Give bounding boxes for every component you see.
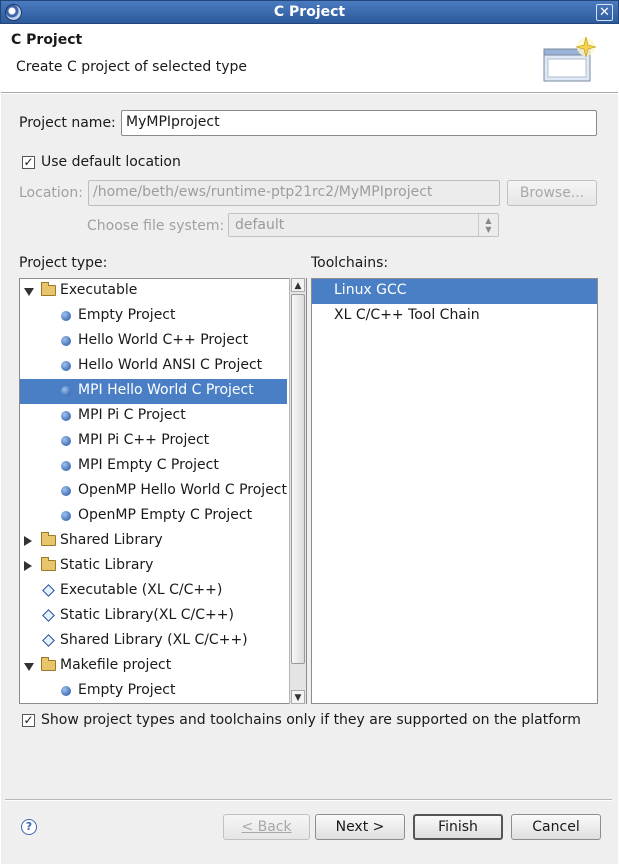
tree-item-label: Executable (XL C/C++) xyxy=(60,582,223,598)
bullet-icon xyxy=(61,311,71,321)
tree-item[interactable]: Empty Project xyxy=(20,304,287,329)
project-type-label: Project type: xyxy=(19,255,108,271)
tree-item-label: Shared Library (XL C/C++) xyxy=(60,632,248,648)
tree-item-label: MPI Pi C Project xyxy=(78,407,186,423)
bullet-icon xyxy=(61,486,71,496)
file-system-value: default xyxy=(235,217,285,233)
finish-button[interactable]: Finish xyxy=(413,814,503,840)
back-button[interactable]: < Back xyxy=(223,814,310,840)
next-button[interactable]: Next > xyxy=(315,814,405,840)
location-label: Location: xyxy=(19,185,83,201)
tree-item-label: Makefile project xyxy=(60,657,172,673)
tree-scrollbar[interactable]: ▲ ▼ xyxy=(289,278,306,704)
new-project-wizard-icon xyxy=(543,36,597,82)
tree-item-label: Hello World ANSI C Project xyxy=(78,357,263,373)
bullet-icon xyxy=(61,386,71,396)
use-default-location-checkbox[interactable]: ✓ xyxy=(22,156,35,169)
project-type-tree[interactable]: Executable Empty Project Hello World C++ P… xyxy=(19,278,307,704)
tree-item[interactable]: Static Library xyxy=(20,554,287,579)
scroll-up-icon[interactable]: ▲ xyxy=(291,278,305,292)
bullet-icon xyxy=(61,511,71,521)
tree-item[interactable]: MPI Pi C++ Project xyxy=(20,429,287,454)
tree-item[interactable]: OpenMP Empty C Project xyxy=(20,504,287,529)
toolchain-item[interactable]: XL C/C++ Tool Chain xyxy=(312,304,597,329)
window-title: C Project xyxy=(273,4,346,20)
title-bar: C Project ✕ xyxy=(0,0,619,24)
tree-item[interactable]: Executable xyxy=(20,279,287,304)
browse-button[interactable]: Browse... xyxy=(507,180,597,206)
help-icon[interactable]: ? xyxy=(21,819,37,835)
wizard-description: Create C project of selected type xyxy=(16,59,247,75)
tree-item-label: Executable xyxy=(60,282,138,298)
tree-item-label: Shared Library xyxy=(60,532,163,548)
diamond-icon xyxy=(42,634,55,647)
bullet-icon xyxy=(61,361,71,371)
tree-item-label: MPI Hello World C Project xyxy=(78,382,254,398)
use-default-location-label: Use default location xyxy=(41,154,181,170)
supported-only-label: Show project types and toolchains only i… xyxy=(41,712,581,728)
toolchain-item-label: XL C/C++ Tool Chain xyxy=(334,307,480,323)
folder-open-icon xyxy=(41,657,56,671)
expanded-arrow-icon[interactable] xyxy=(24,288,34,296)
bullet-icon xyxy=(61,336,71,346)
cancel-button[interactable]: Cancel xyxy=(511,814,601,840)
tree-item-label: OpenMP Empty C Project xyxy=(78,507,253,523)
tree-item[interactable]: Shared Library xyxy=(20,529,287,554)
tree-item[interactable]: Shared Library (XL C/C++) xyxy=(20,629,287,654)
tree-item[interactable]: Executable (XL C/C++) xyxy=(20,579,287,604)
toolchains-label: Toolchains: xyxy=(311,255,389,271)
tree-item[interactable]: MPI Empty C Project xyxy=(20,454,287,479)
tree-item-label: MPI Empty C Project xyxy=(78,457,219,473)
diamond-icon xyxy=(42,609,55,622)
wizard-heading: C Project xyxy=(11,32,83,48)
tree-item-label: OpenMP Hello World C Project xyxy=(78,482,287,498)
close-icon[interactable]: ✕ xyxy=(596,4,613,21)
toolchain-item[interactable]: Linux GCC xyxy=(312,279,597,304)
diamond-icon xyxy=(42,584,55,597)
location-field[interactable]: /home/beth/ews/runtime-ptp21rc2/MyMPIpro… xyxy=(88,180,500,206)
tree-item-label: Empty Project xyxy=(78,682,176,698)
tree-item[interactable]: Makefile project xyxy=(20,654,287,679)
collapsed-arrow-icon[interactable] xyxy=(24,536,32,546)
tree-item-label: Static Library xyxy=(60,557,154,573)
tree-item[interactable]: OpenMP Hello World C Project xyxy=(20,479,287,504)
bullet-icon xyxy=(61,411,71,421)
folder-icon xyxy=(41,532,56,546)
bullet-icon xyxy=(61,436,71,446)
bullet-icon xyxy=(61,686,71,696)
tree-item[interactable]: MPI Pi C Project xyxy=(20,404,287,429)
toolchain-item-label: Linux GCC xyxy=(334,282,407,298)
scroll-down-icon[interactable]: ▼ xyxy=(291,690,305,704)
tree-item[interactable]: Hello World ANSI C Project xyxy=(20,354,287,379)
project-name-label: Project name: xyxy=(19,115,116,131)
collapsed-arrow-icon[interactable] xyxy=(24,561,32,571)
file-system-label: Choose file system: xyxy=(87,218,225,234)
tree-item-label: Empty Project xyxy=(78,307,176,323)
scroll-thumb[interactable] xyxy=(291,294,305,664)
tree-item-label: MPI Pi C++ Project xyxy=(78,432,210,448)
wizard-banner: C Project Create C project of selected t… xyxy=(1,24,618,93)
project-name-field[interactable]: MyMPIproject xyxy=(121,110,597,136)
supported-only-checkbox[interactable]: ✓ xyxy=(22,714,35,727)
folder-icon xyxy=(41,557,56,571)
spinner-arrows-icon: ▲ ▼ xyxy=(478,214,498,236)
tree-item[interactable]: Static Library(XL C/C++) xyxy=(20,604,287,629)
file-system-select[interactable]: default ▲ ▼ xyxy=(228,213,499,237)
folder-open-icon xyxy=(41,282,56,296)
tree-item[interactable]: Hello World C++ Project xyxy=(20,329,287,354)
tree-item-label: Hello World C++ Project xyxy=(78,332,249,348)
tree-item-label: Static Library(XL C/C++) xyxy=(60,607,234,623)
expanded-arrow-icon[interactable] xyxy=(24,663,34,671)
button-bar-divider xyxy=(5,799,612,801)
toolchains-list[interactable]: Linux GCC XL C/C++ Tool Chain xyxy=(311,278,598,704)
tree-item[interactable]: MPI Hello World C Project xyxy=(20,379,287,404)
bullet-icon xyxy=(61,461,71,471)
tree-item[interactable]: Empty Project xyxy=(20,679,287,703)
